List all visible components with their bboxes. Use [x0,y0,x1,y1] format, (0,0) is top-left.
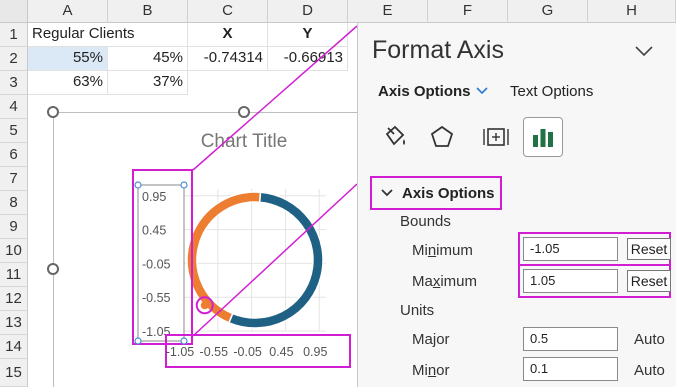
chevron-down-icon[interactable] [475,85,489,97]
major-input[interactable]: 0.5 [523,327,618,351]
tab-axis-options[interactable]: Axis Options [378,83,471,100]
minimum-input[interactable]: -1.05 [523,237,618,261]
chevron-down-icon[interactable] [634,43,654,59]
minor-label: Minor [412,362,450,379]
effects-icon[interactable] [422,117,462,157]
major-auto-label: Auto [634,331,665,348]
size-properties-icon[interactable] [476,117,516,157]
minor-input[interactable]: 0.1 [523,357,618,381]
axis-options-icon[interactable] [523,117,563,157]
callout-line-top [192,25,358,171]
minimum-reset-button[interactable]: Reset [627,238,671,260]
section-axis-options[interactable]: Axis Options [370,176,502,210]
section-axis-options-label: Axis Options [402,184,495,202]
callout-line-bottom [192,183,358,337]
maximum-label: Maximum [412,273,478,290]
minor-auto-label: Auto [634,362,665,379]
fill-line-icon[interactable] [374,117,414,157]
format-axis-pane: Format Axis Axis Options Text Options Ax… [357,23,676,387]
major-label: Major [412,331,450,348]
maximum-input[interactable]: 1.05 [523,269,618,293]
pane-title: Format Axis [372,36,504,64]
maximum-reset-button[interactable]: Reset [627,270,671,292]
chevron-down-icon [381,189,393,197]
bounds-label: Bounds [400,213,451,230]
tab-text-options[interactable]: Text Options [510,83,593,100]
units-label: Units [400,302,435,319]
minimum-label: Minimum [412,242,473,259]
